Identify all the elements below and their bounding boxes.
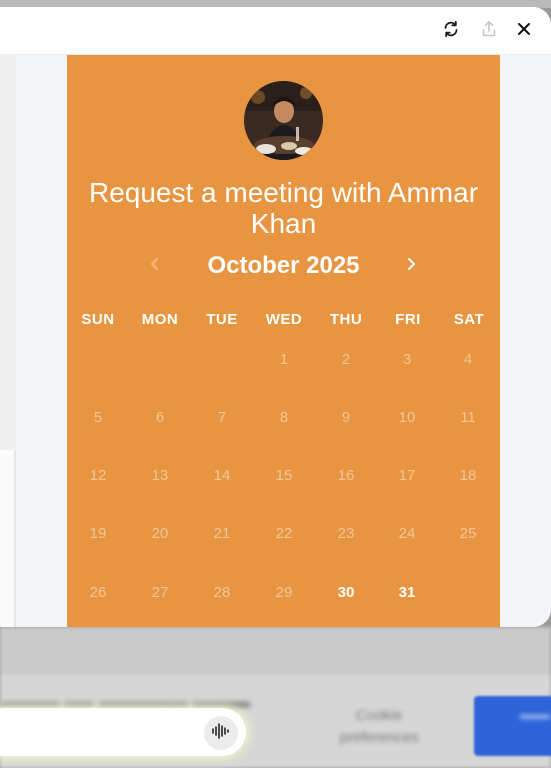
calendar-day: 24 bbox=[398, 525, 416, 542]
cookie-preferences-link[interactable]: Cookie preferences bbox=[334, 705, 424, 749]
calendar-day: 19 bbox=[89, 525, 107, 542]
calendar-day: 7 bbox=[217, 409, 227, 426]
calendar-day: 2 bbox=[341, 351, 351, 368]
refresh-icon bbox=[442, 20, 460, 43]
calendar-day: 14 bbox=[213, 467, 231, 484]
close-icon bbox=[516, 21, 532, 42]
calendar-day: 10 bbox=[398, 409, 416, 426]
calendar-day: 27 bbox=[151, 584, 169, 601]
share-button[interactable] bbox=[477, 19, 501, 43]
calendar-day: 26 bbox=[89, 584, 107, 601]
calendar-day-available[interactable]: 30 bbox=[324, 581, 368, 605]
calendar-day: 25 bbox=[459, 525, 477, 542]
calendar-day: 13 bbox=[151, 467, 169, 484]
calendar-day: 5 bbox=[93, 409, 103, 426]
calendar-day: 18 bbox=[459, 467, 477, 484]
side-panel bbox=[0, 55, 16, 627]
calendar-day: 9 bbox=[341, 409, 351, 426]
calendar-day: 15 bbox=[275, 467, 293, 484]
calendar-day: 8 bbox=[279, 409, 289, 426]
calendar-day: 21 bbox=[213, 525, 231, 542]
calendar-day: 23 bbox=[337, 525, 355, 542]
background-primary-button[interactable]: ▬▬ bbox=[474, 696, 551, 756]
voice-input-button[interactable] bbox=[204, 716, 238, 750]
share-icon bbox=[480, 20, 498, 43]
calendar-day-available[interactable]: 31 bbox=[385, 581, 429, 605]
calendar-day: 11 bbox=[460, 409, 476, 426]
calendar-day: 12 bbox=[89, 467, 107, 484]
voice-waveform-icon bbox=[211, 722, 231, 744]
calendar-day: 20 bbox=[151, 525, 169, 542]
calendar-day: 16 bbox=[337, 467, 355, 484]
calendar-day: 4 bbox=[463, 351, 473, 368]
calendar-day: 29 bbox=[275, 584, 293, 601]
calendar-day: 1 bbox=[279, 351, 289, 368]
refresh-button[interactable] bbox=[439, 19, 463, 43]
modal-header bbox=[0, 7, 551, 55]
calendar-day: 28 bbox=[213, 584, 231, 601]
booking-calendar-panel: Request a meeting with Ammar Khan Octobe… bbox=[67, 55, 500, 627]
calendar-day: 6 bbox=[155, 409, 165, 426]
calendar-day: 3 bbox=[402, 351, 412, 368]
calendar-days-grid: 1 2 3 4 5 6 7 8 9 10 11 12 13 14 15 16 17 18 19 20 21 22 23 24 2… bbox=[67, 55, 500, 627]
close-button[interactable] bbox=[512, 19, 536, 43]
calendar-day: 22 bbox=[275, 525, 293, 542]
booking-modal: Request a meeting with Ammar Khan Octobe… bbox=[0, 7, 551, 627]
calendar-day: 17 bbox=[398, 467, 416, 484]
modal-body: Request a meeting with Ammar Khan Octobe… bbox=[0, 55, 551, 627]
